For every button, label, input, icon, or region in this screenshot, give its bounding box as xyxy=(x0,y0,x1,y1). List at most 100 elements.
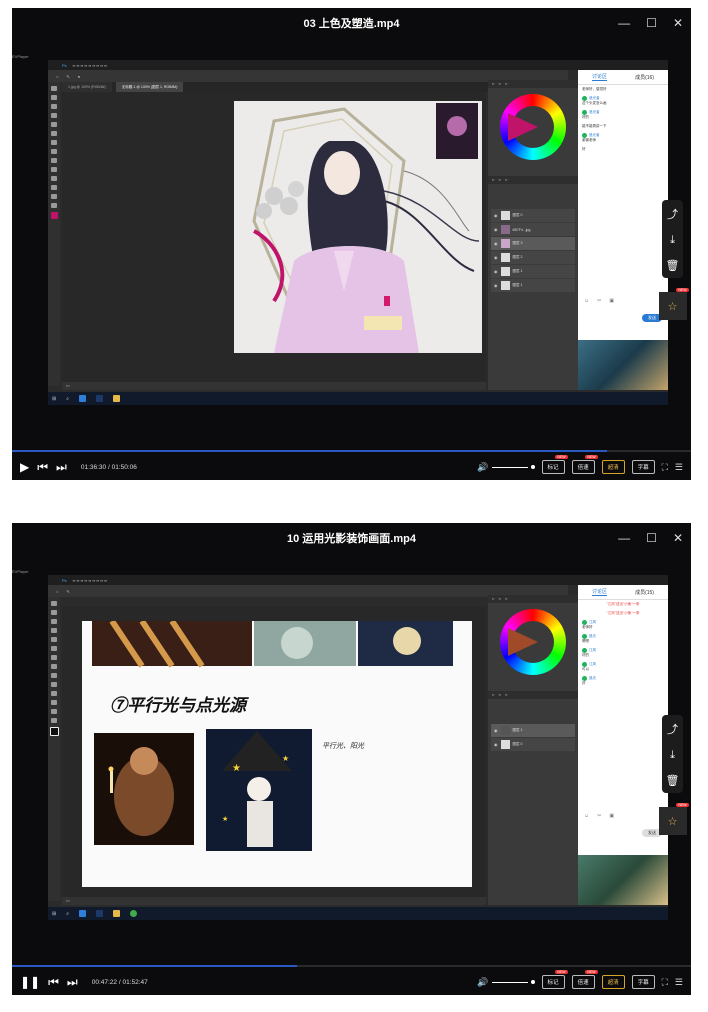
pause-icon[interactable]: ❚❚ xyxy=(20,975,40,989)
eye-icon[interactable]: ◉ xyxy=(494,742,498,747)
share-icon[interactable]: ⤴ xyxy=(667,206,678,222)
eye-icon[interactable]: ◉ xyxy=(494,269,498,274)
playlist-icon[interactable]: ☰ xyxy=(675,977,683,988)
prev-icon[interactable]: ⏮ xyxy=(37,460,48,475)
eye-icon[interactable]: ◉ xyxy=(494,283,498,288)
speed-button[interactable]: 倍速 NEW xyxy=(571,970,598,989)
layer-row[interactable]: ◉ 图层 1 xyxy=(491,724,575,737)
subtitle-button[interactable]: 字幕 xyxy=(631,975,655,989)
home-icon: ⌂ xyxy=(56,588,59,594)
quality-button[interactable]: 超清 xyxy=(601,975,625,989)
message-text: 嗯嗯 xyxy=(582,639,589,643)
volume-track[interactable] xyxy=(491,981,528,983)
volume-knob[interactable] xyxy=(530,465,535,469)
ps-canvas-area: ★ ★ ★ ⑦平行光与点光源 平行光、阳光 xyxy=(62,607,486,897)
volume-icon[interactable]: 🔊 xyxy=(477,977,488,988)
tab-members[interactable]: 成员(16) xyxy=(635,74,654,81)
speed-button[interactable]: 倍速 NEW xyxy=(571,455,598,474)
subtitle-button[interactable]: 字幕 xyxy=(631,460,655,474)
eye-icon[interactable]: ◉ xyxy=(494,241,498,246)
prev-icon[interactable]: ⏮ xyxy=(48,975,59,990)
image-icon[interactable]: ▣ xyxy=(609,813,614,819)
volume-knob[interactable] xyxy=(530,980,535,984)
download-icon[interactable]: ⤓ xyxy=(670,749,675,762)
edge-icon xyxy=(79,395,87,402)
eye-icon[interactable]: ◉ xyxy=(494,227,498,232)
favorite-button[interactable]: ☆ NEW xyxy=(658,288,689,320)
message-text: 好 xyxy=(582,681,586,685)
color-triangle[interactable] xyxy=(508,628,538,656)
side-actions-1: ⤴ ⤓ 🗑 ☆ NEW xyxy=(654,200,691,320)
fullscreen-icon[interactable]: ⛶ xyxy=(662,462,668,473)
pen-tool-icon xyxy=(51,682,57,687)
video-frame[interactable]: Ps ▪▪ ▪▪ ▪▪ ▪▪ ▪▪ ▪▪ ▪▪ ▪▪ ▪▪ ⌂ ✎ ● 1.jp… xyxy=(48,60,668,405)
volume-icon[interactable]: 🔊 xyxy=(477,462,488,473)
ps-menubar: Ps ▪▪ ▪▪ ▪▪ ▪▪ ▪▪ ▪▪ ▪▪ ▪▪ ▪▪ xyxy=(48,60,668,70)
volume-track[interactable] xyxy=(491,466,528,468)
favorite-button[interactable]: ☆ NEW xyxy=(658,803,689,835)
side-actions-2: ⤴ ⤓ 🗑 ☆ NEW xyxy=(654,715,691,835)
brush-icon: ✎ xyxy=(66,73,70,79)
player-controls: ❚❚ ⏮ ⏭ 00:47:22 / 01:52:47 🔊 标记 NEW 倍速 NEW… xyxy=(12,969,691,995)
ps-right-panels: ▪▪ ▪▪ ▪▪ ▪▪ ▪▪ ▪▪ ◉ 图层 0 ◉ 6B7F4...jpg ◉ 图层 3 ◉… xyxy=(488,80,578,390)
tab-discussion[interactable]: 讨论区 xyxy=(592,588,608,596)
layer-row[interactable]: ◉ 图层 3 xyxy=(491,237,575,250)
color-wheel[interactable] xyxy=(488,94,578,160)
layers-panel-tabs: ▪▪ ▪▪ ▪▪ xyxy=(488,176,578,184)
new-badge: NEW xyxy=(585,970,598,974)
color-wheel[interactable] xyxy=(488,609,578,675)
mark-button[interactable]: 标记 NEW xyxy=(541,455,568,474)
minimize-icon[interactable]: — xyxy=(618,16,630,30)
download-icon[interactable]: ⤓ xyxy=(670,234,675,247)
eye-icon[interactable]: ◉ xyxy=(494,728,498,733)
player-progress[interactable] xyxy=(12,450,691,452)
image-icon[interactable]: ▣ xyxy=(609,298,614,304)
message-text: 老师好，感觉好 xyxy=(582,87,607,91)
mark-button[interactable]: 标记 NEW xyxy=(541,970,568,989)
maximize-icon[interactable]: ☐ xyxy=(646,16,657,30)
volume-control[interactable]: 🔊 xyxy=(477,462,535,473)
color-triangle[interactable] xyxy=(508,113,538,141)
next-icon[interactable]: ⏭ xyxy=(67,975,78,990)
layer-row[interactable]: ◉ 图层 0 xyxy=(491,209,575,222)
quality-button[interactable]: 超清 xyxy=(601,460,625,474)
progress-fill xyxy=(12,450,608,452)
scissors-icon[interactable]: ✂ xyxy=(597,813,601,819)
layer-row[interactable]: ◉ 图层 2 xyxy=(491,251,575,264)
play-icon[interactable]: ▶ xyxy=(20,460,29,474)
next-icon[interactable]: ⏭ xyxy=(56,460,67,475)
message-user-name: 追光 xyxy=(589,676,596,680)
pill-label: 倍速 xyxy=(577,465,589,471)
close-icon[interactable]: ✕ xyxy=(673,531,683,545)
tab-discussion[interactable]: 讨论区 xyxy=(592,73,608,81)
close-icon[interactable]: ✕ xyxy=(673,16,683,30)
eye-icon[interactable]: ◉ xyxy=(494,213,498,218)
maximize-icon[interactable]: ☐ xyxy=(646,531,657,545)
layer-row[interactable]: ◉ 6B7F4...jpg xyxy=(491,223,575,236)
video-frame[interactable]: Ps ▪▪ ▪▪ ▪▪ ▪▪ ▪▪ ▪▪ ▪▪ ▪▪ ▪▪ ⌂ ✎ ★ ★ ★ … xyxy=(48,575,668,920)
chrome-icon xyxy=(130,910,138,917)
fullscreen-icon[interactable]: ⛶ xyxy=(662,977,668,988)
message-text: 谢谢老师 xyxy=(582,138,596,142)
layer-thumb xyxy=(500,281,510,290)
layer-row[interactable]: ◉ 图层 1 xyxy=(491,265,575,278)
emoji-icon[interactable]: ☺ xyxy=(584,298,589,304)
delete-icon[interactable]: 🗑 xyxy=(666,259,680,272)
star-icon: ☆ xyxy=(667,300,678,313)
layer-thumb xyxy=(500,239,510,248)
eye-icon[interactable]: ◉ xyxy=(494,255,498,260)
layer-row[interactable]: ◉ 图层 1 xyxy=(491,279,575,292)
share-icon[interactable]: ⤴ xyxy=(667,721,678,737)
chat-message: 追光者 好的 xyxy=(578,108,668,122)
ps-taskbar-icon xyxy=(96,910,104,917)
volume-control[interactable]: 🔊 xyxy=(477,977,535,988)
emoji-icon[interactable]: ☺ xyxy=(584,813,589,819)
playlist-icon[interactable]: ☰ xyxy=(675,462,683,473)
player-progress[interactable] xyxy=(12,965,691,967)
minimize-icon[interactable]: — xyxy=(618,531,630,545)
delete-icon[interactable]: 🗑 xyxy=(666,774,680,787)
scissors-icon[interactable]: ✂ xyxy=(597,298,601,304)
layer-row[interactable]: ◉ 图层 0 xyxy=(491,738,575,751)
tab-marker: ▪▪ xyxy=(492,82,495,86)
tab-members[interactable]: 成员(15) xyxy=(635,589,654,596)
